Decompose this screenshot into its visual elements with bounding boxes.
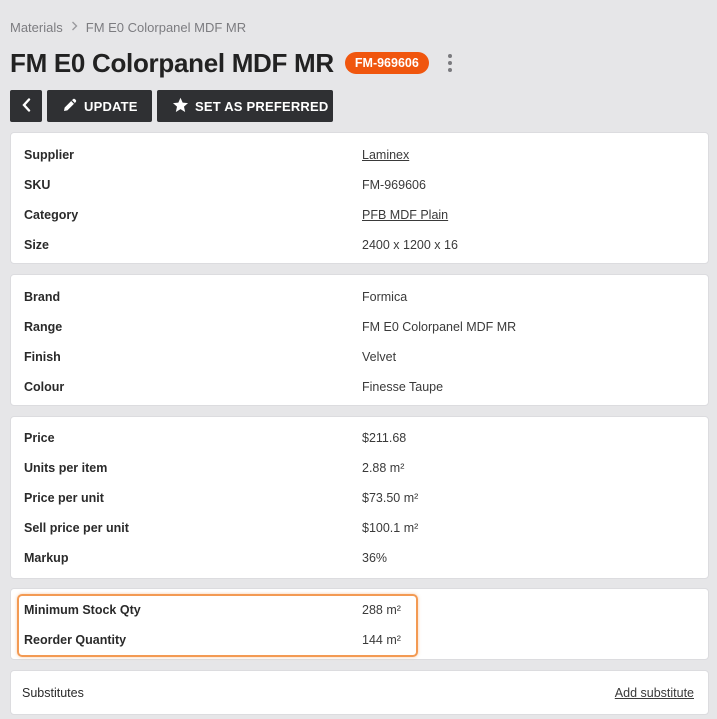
finish-label: Finish (24, 350, 61, 364)
finish-value: Velvet (362, 350, 397, 364)
sell-price-per-unit-value: $100.1 m² (362, 521, 419, 535)
brand-value: Formica (362, 290, 408, 304)
supplier-label: Supplier (24, 148, 75, 162)
update-button[interactable]: UPDATE (47, 90, 152, 122)
markup-label: Markup (24, 551, 69, 565)
chevron-left-icon (21, 97, 31, 115)
colour-value: Finesse Taupe (362, 380, 444, 394)
detail-row: Finish Velvet (11, 342, 708, 372)
detail-row: Sell price per unit $100.1 m² (11, 513, 708, 543)
page-title: FM E0 Colorpanel MDF MR (10, 47, 334, 78)
size-label: Size (24, 238, 50, 252)
category-link[interactable]: PFB MDF Plain (362, 208, 448, 222)
detail-row: Price per unit $73.50 m² (11, 483, 708, 513)
price-per-unit-value: $73.50 m² (362, 491, 419, 505)
detail-row: SKU FM-969606 (11, 170, 708, 200)
breadcrumb-materials-link[interactable]: Materials (10, 20, 63, 35)
detail-row: Price $211.68 (11, 423, 708, 453)
sell-price-per-unit-label: Sell price per unit (24, 521, 129, 535)
markup-value: 36% (362, 551, 388, 565)
detail-row: Minimum Stock Qty 288 m² (11, 595, 708, 625)
detail-row: Size 2400 x 1200 x 16 (11, 230, 708, 260)
detail-row: Reorder Quantity 144 m² (11, 625, 708, 655)
detail-row: Markup 36% (11, 543, 708, 573)
colour-label: Colour (24, 380, 65, 394)
category-label: Category (24, 208, 79, 222)
units-per-item-value: 2.88 m² (362, 461, 405, 475)
detail-row: Brand Formica (11, 282, 708, 312)
detail-row: Category PFB MDF Plain (11, 200, 708, 230)
pencil-icon (62, 97, 78, 116)
minimum-stock-qty-label: Minimum Stock Qty (24, 603, 141, 617)
supplier-details-card: Supplier Laminex SKU FM-969606 Category … (10, 132, 709, 264)
price-label: Price (24, 431, 55, 445)
detail-row: Units per item 2.88 m² (11, 453, 708, 483)
reorder-quantity-label: Reorder Quantity (24, 633, 127, 647)
chevron-right-icon (71, 21, 78, 34)
add-substitute-link[interactable]: Add substitute (615, 686, 694, 700)
minimum-stock-qty-value: 288 m² (362, 603, 401, 617)
substitutes-card: Substitutes Add substitute (10, 670, 709, 715)
product-details-card: Brand Formica Range FM E0 Colorpanel MDF… (10, 274, 709, 406)
price-per-unit-label: Price per unit (24, 491, 104, 505)
supplier-link[interactable]: Laminex (362, 148, 409, 162)
stock-card: Minimum Stock Qty 288 m² Reorder Quantit… (10, 588, 709, 660)
toolbar: UPDATE SET AS PREFERRED (10, 90, 333, 122)
substitutes-label: Substitutes (22, 686, 84, 700)
brand-label: Brand (24, 290, 61, 304)
reorder-quantity-value: 144 m² (362, 633, 401, 647)
back-button[interactable] (10, 90, 42, 122)
title-row: FM E0 Colorpanel MDF MR FM-969606 (10, 44, 455, 82)
detail-row: Supplier Laminex (11, 140, 708, 170)
star-icon (172, 97, 189, 116)
detail-row: Range FM E0 Colorpanel MDF MR (11, 312, 708, 342)
set-preferred-button-label: SET AS PREFERRED (195, 98, 329, 114)
sku-value: FM-969606 (362, 178, 426, 192)
breadcrumb: Materials FM E0 Colorpanel MDF MR (10, 20, 246, 35)
more-options-icon[interactable] (445, 53, 455, 73)
units-per-item-label: Units per item (24, 461, 108, 475)
pricing-card: Price $211.68 Units per item 2.88 m² Pri… (10, 416, 709, 579)
breadcrumb-current: FM E0 Colorpanel MDF MR (85, 20, 247, 35)
range-value: FM E0 Colorpanel MDF MR (362, 320, 517, 334)
sku-badge: FM-969606 (344, 52, 429, 74)
update-button-label: UPDATE (84, 98, 138, 114)
detail-row: Colour Finesse Taupe (11, 372, 708, 402)
size-value: 2400 x 1200 x 16 (362, 238, 458, 252)
range-label: Range (24, 320, 63, 334)
sku-label: SKU (24, 178, 51, 192)
set-preferred-button[interactable]: SET AS PREFERRED (157, 90, 333, 122)
price-value: $211.68 (362, 431, 407, 445)
